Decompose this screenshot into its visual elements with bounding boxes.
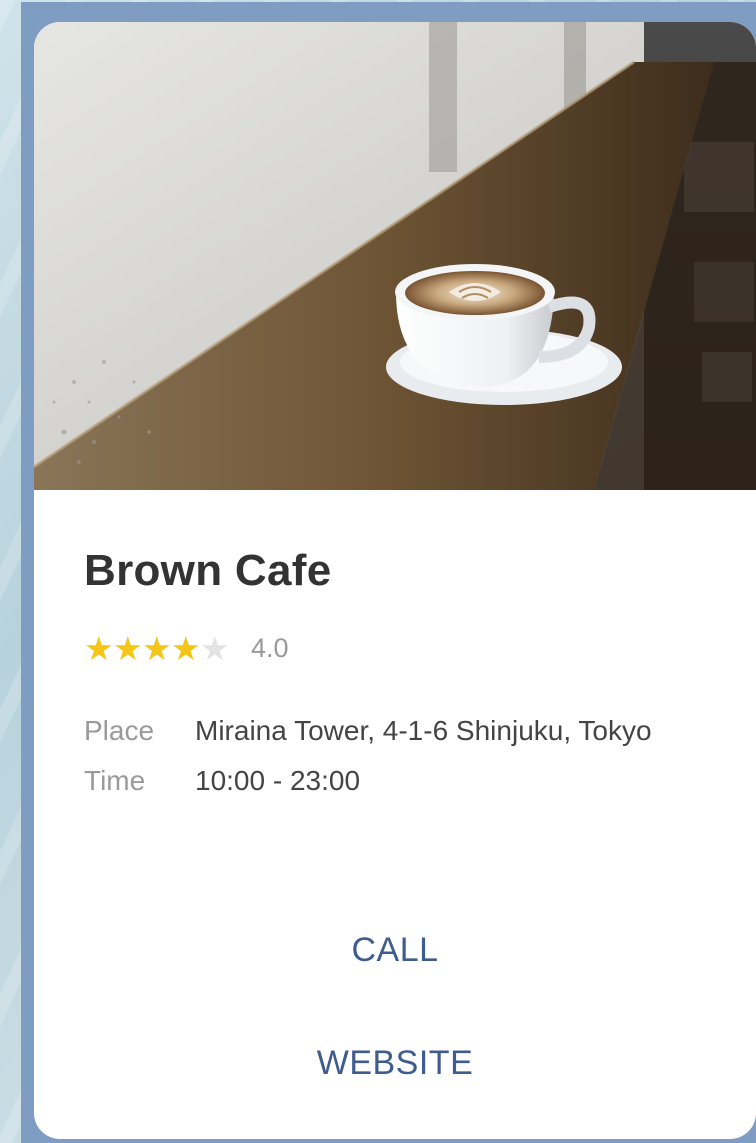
rating-value: 4.0	[251, 632, 289, 663]
detail-value: Miraina Tower, 4-1-6 Shinjuku, Tokyo	[195, 715, 652, 746]
cafe-photo	[34, 22, 756, 490]
call-button[interactable]: CALL	[351, 902, 438, 998]
cafe-name: Brown Cafe	[84, 546, 332, 595]
rating-stars: ★ ★ ★ ★ ★	[84, 629, 230, 667]
website-button[interactable]: WEBSITE	[317, 1008, 474, 1118]
star-icon: ★	[142, 629, 172, 667]
star-icon: ★	[84, 629, 114, 667]
star-icon: ★	[113, 629, 143, 667]
detail-value: 10:00 - 23:00	[195, 765, 361, 796]
rating: ★ ★ ★ ★ ★ 4.0	[84, 628, 289, 668]
detail-label: Time	[84, 765, 146, 796]
cafe-card: Brown Cafe ★ ★ ★ ★ ★ 4.0 Place Miraina T…	[34, 22, 756, 1139]
card-actions: CALL WEBSITE	[34, 902, 756, 1118]
star-icon: ★	[200, 629, 230, 667]
star-icon: ★	[171, 629, 201, 667]
detail-row-time: Time 10:00 - 23:00	[84, 756, 684, 806]
detail-label: Place	[84, 715, 155, 746]
detail-row-place: Place Miraina Tower, 4-1-6 Shinjuku, Tok…	[84, 706, 684, 756]
cafe-details: Place Miraina Tower, 4-1-6 Shinjuku, Tok…	[84, 706, 684, 806]
